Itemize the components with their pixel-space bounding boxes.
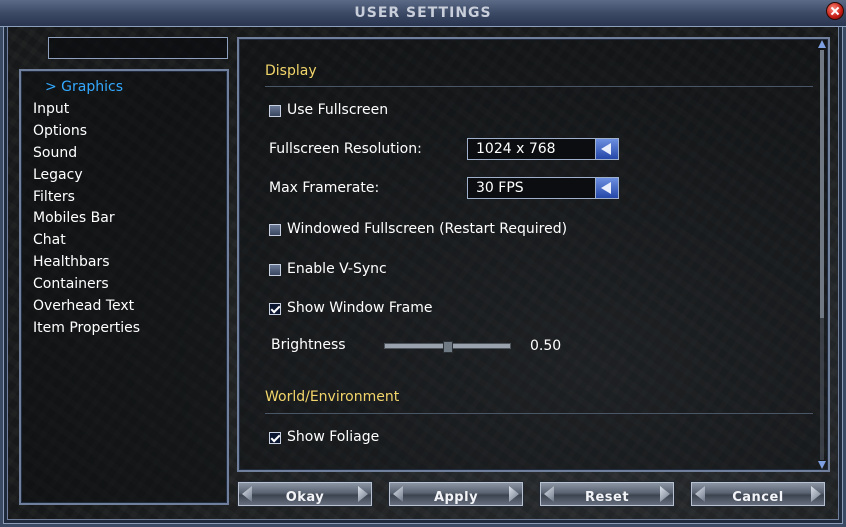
use-fullscreen-label: Use Fullscreen xyxy=(287,102,389,118)
settings-category-list: > Graphics Input Options Sound Legacy Fi… xyxy=(19,69,229,505)
sidebar-item-legacy[interactable]: Legacy xyxy=(33,167,83,183)
show-window-frame-checkbox[interactable] xyxy=(269,303,281,315)
brightness-value: 0.50 xyxy=(530,338,562,354)
search-input[interactable] xyxy=(48,37,228,59)
brightness-slider[interactable] xyxy=(384,341,511,353)
sidebar-item-chat[interactable]: Chat xyxy=(33,232,66,248)
scroll-thumb[interactable] xyxy=(820,50,824,318)
sidebar-item-overhead-text[interactable]: Overhead Text xyxy=(33,298,134,314)
scroll-track[interactable] xyxy=(820,50,824,460)
scroll-up-icon[interactable] xyxy=(818,40,826,48)
dropdown-arrow-icon[interactable] xyxy=(595,139,618,159)
enable-vsync-label: Enable V-Sync xyxy=(287,261,387,277)
fullscreen-resolution-value: 1024 x 768 xyxy=(476,141,556,157)
max-framerate-value: 30 FPS xyxy=(476,180,524,196)
brightness-label: Brightness xyxy=(271,337,346,353)
show-foliage-label: Show Foliage xyxy=(287,429,380,445)
partially-hidden-checkbox[interactable] xyxy=(269,471,281,472)
sidebar-item-sound[interactable]: Sound xyxy=(33,145,77,161)
sidebar-item-options[interactable]: Options xyxy=(33,123,87,139)
settings-content-panel: Display Use Fullscreen Fullscreen Resolu… xyxy=(237,37,830,472)
reset-button[interactable]: Reset xyxy=(539,481,675,507)
sidebar-item-filters[interactable]: Filters xyxy=(33,189,75,205)
section-divider xyxy=(265,413,813,414)
show-window-frame-label: Show Window Frame xyxy=(287,300,433,316)
windowed-fullscreen-checkbox[interactable] xyxy=(269,224,281,236)
fullscreen-resolution-dropdown[interactable]: 1024 x 768 xyxy=(467,138,619,160)
max-framerate-label: Max Framerate: xyxy=(269,180,380,196)
enable-vsync-checkbox[interactable] xyxy=(269,264,281,276)
fullscreen-resolution-label: Fullscreen Resolution: xyxy=(269,141,422,157)
sidebar-item-containers[interactable]: Containers xyxy=(33,276,109,292)
reset-button-label: Reset xyxy=(584,490,630,505)
show-foliage-checkbox[interactable] xyxy=(269,432,281,444)
use-fullscreen-checkbox[interactable] xyxy=(269,105,281,117)
content-scrollbar[interactable] xyxy=(816,38,828,471)
brightness-slider-thumb[interactable] xyxy=(443,341,453,353)
sidebar-item-mobiles-bar[interactable]: Mobiles Bar xyxy=(33,210,115,226)
title-bar[interactable]: USER SETTINGS xyxy=(0,0,846,27)
section-title-world-environment: World/Environment xyxy=(265,389,400,405)
sidebar-item-healthbars[interactable]: Healthbars xyxy=(33,254,110,270)
windowed-fullscreen-label: Windowed Fullscreen (Restart Required) xyxy=(287,221,568,237)
scroll-down-icon[interactable] xyxy=(818,461,826,469)
sidebar-item-graphics[interactable]: > Graphics xyxy=(45,79,123,95)
window-title: USER SETTINGS xyxy=(354,5,492,21)
section-title-display: Display xyxy=(265,63,317,79)
close-icon[interactable] xyxy=(826,2,844,20)
okay-button-label: Okay xyxy=(285,490,325,505)
cancel-button-label: Cancel xyxy=(732,490,784,505)
max-framerate-dropdown[interactable]: 30 FPS xyxy=(467,177,619,199)
apply-button-label: Apply xyxy=(433,490,479,505)
apply-button[interactable]: Apply xyxy=(388,481,524,507)
sidebar-item-input[interactable]: Input xyxy=(33,101,69,117)
cancel-button[interactable]: Cancel xyxy=(690,481,826,507)
sidebar-item-item-properties[interactable]: Item Properties xyxy=(33,320,140,336)
okay-button[interactable]: Okay xyxy=(237,481,373,507)
section-divider xyxy=(265,86,813,87)
dropdown-arrow-icon[interactable] xyxy=(595,178,618,198)
